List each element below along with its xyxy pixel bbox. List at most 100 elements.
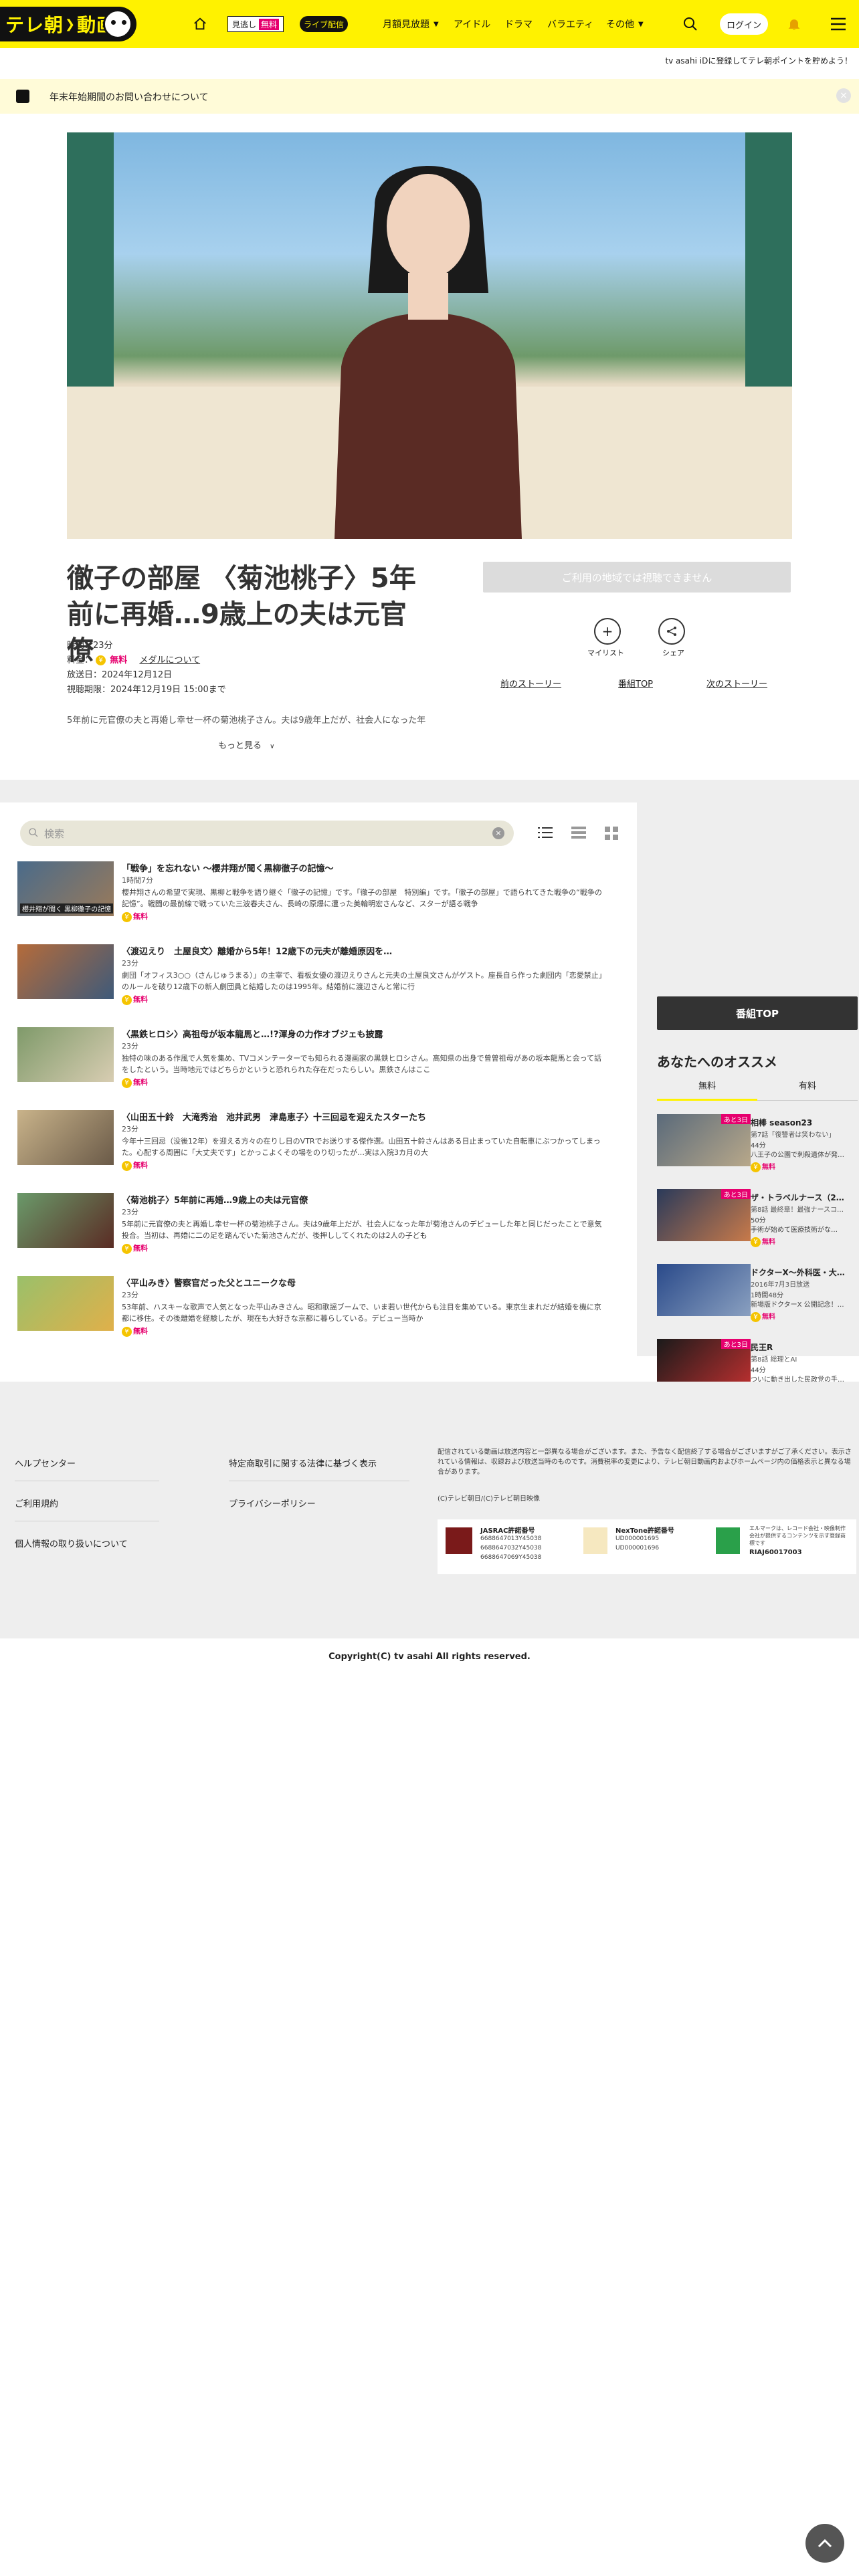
tab-free[interactable]: 無料 [657, 1077, 757, 1101]
notification-button[interactable] [787, 0, 801, 48]
recommend-episode: 第7話「復讐者は笑わない」 [751, 1132, 836, 1139]
nextone-logo-icon [583, 1527, 607, 1554]
list-item-title: 〈黒鉄ヒロシ〉高祖母が坂本龍馬と…!?渾身の力作オブジェも披露 [122, 1030, 383, 1040]
back-to-top-button[interactable] [805, 2524, 844, 2563]
free-label: 無料 [762, 1239, 775, 1246]
tab-paid[interactable]: 有料 [757, 1077, 858, 1101]
chevron-down-icon: ▼ [434, 20, 439, 28]
program-top-link[interactable]: 番組TOP [618, 677, 653, 689]
prev-story-link[interactable]: 前のストーリー [500, 677, 561, 689]
login-button[interactable]: ログイン [720, 13, 768, 35]
free-label: 無料 [762, 1313, 775, 1321]
footer-link-privacy-policy[interactable]: プライバシーポリシー [229, 1497, 316, 1509]
coin-icon: ¥ [751, 1311, 761, 1322]
nav-other[interactable]: その他 ▼ [606, 0, 644, 48]
nav-drama[interactable]: ドラマ [504, 0, 533, 48]
recommend-item[interactable]: ドクターX～外科医・大… 2016年7月3日放送 1時間48分 新場版ドクターX… [657, 1264, 858, 1324]
recommend-item[interactable]: あと3日 ザ・トラベルナース（2… 第8話 最終章！最強ナースコ… 50分 手術… [657, 1189, 858, 1249]
recommend-episode: 第8話 総理とAI [751, 1356, 797, 1364]
detail-view-icon[interactable] [571, 827, 586, 839]
list-item-price: ¥ 無料 [122, 1077, 148, 1088]
nextone-num: UD000001695 [615, 1535, 660, 1542]
list-item[interactable]: 〈黒鉄ヒロシ〉高祖母が坂本龍馬と…!?渾身の力作オブジェも披露 23分 独特の味… [17, 1027, 619, 1094]
nav-live[interactable]: ライブ配信 [300, 16, 349, 32]
clear-icon[interactable]: × [492, 827, 504, 839]
episode-thumbnail [17, 1110, 114, 1165]
more-label: もっと見る [218, 741, 262, 751]
list-item[interactable]: 櫻井翔が聞く 黒柳徹子の記憶 「戦争」を忘れない ～櫻井翔が聞く黒柳徹子の記憶～… [17, 861, 619, 928]
nav-monthly-label: 月額見放題 [383, 19, 430, 30]
nav-mikakanou[interactable]: 見逃し 無料 [227, 16, 284, 32]
list-item-price: ¥ 無料 [122, 1160, 148, 1171]
list-item[interactable]: 〈菊池桃子〉5年前に再婚…9歳上の夫は元官僚 23分 5年前に元官僚の夫と再婚し… [17, 1193, 619, 1260]
list-item[interactable]: 〈平山みき〉警察官だった父とユニークな母 23分 53年前、ハスキーな歌声で人気… [17, 1276, 619, 1343]
play-button-disabled: ご利用の地域では視聴できません [483, 562, 791, 593]
next-story-link[interactable]: 次のストーリー [706, 677, 767, 689]
nav-drama-label: ドラマ [504, 19, 533, 30]
nav-variety[interactable]: バラエティ [547, 0, 593, 48]
mylist-label: マイリスト [587, 649, 624, 657]
list-item[interactable]: 〈山田五十鈴 大滝秀治 池井武男 津島恵子〉十三回忌を迎えたスターたち 23分 … [17, 1110, 619, 1177]
more-button[interactable]: もっと見る ∨ [218, 738, 274, 751]
medal-link[interactable]: メダルについて [139, 655, 200, 665]
footer-link-terms[interactable]: ご利用規約 [15, 1497, 58, 1509]
price-label: 料金： [67, 655, 94, 665]
coin-icon: ¥ [751, 1162, 761, 1172]
chevron-down-icon: ▼ [638, 20, 644, 28]
episode-aired: 放送日：2024年12月12日 [67, 670, 173, 680]
recommend-title: あなたへのオススメ [657, 1054, 777, 1070]
list-item-title: 〈平山みき〉警察官だった父とユニークな母 [122, 1279, 296, 1289]
free-label: 無料 [133, 1161, 148, 1170]
coin-icon: ¥ [122, 911, 132, 922]
play-disabled-label: ご利用の地域では視聴できません [561, 571, 712, 584]
copyright: Copyright(C) tv asahi All rights reserve… [328, 1652, 531, 1662]
footer-link-tokusho[interactable]: 特定商取引に関する法律に基づく表示 [229, 1457, 377, 1469]
home-button[interactable] [193, 0, 207, 48]
jasrac-num: 6688647069Y45038 [480, 1554, 542, 1561]
jasrac-title: JASRAC許諾番号 [480, 1527, 535, 1535]
list-item[interactable]: 〈渡辺えり 土屋良文〉離婚から5年！12歳下の元夫が離婚原因を… 23分 劇団「… [17, 944, 619, 1011]
coin-icon: ¥ [122, 994, 132, 1005]
footer-notice: 配信されている動画は放送内容と一部異なる場合がございます。また、予告なく配信終了… [438, 1448, 852, 1476]
search-button[interactable] [682, 0, 698, 48]
free-label: 無料 [762, 1164, 775, 1171]
free-label: 無料 [133, 1327, 148, 1335]
episode-thumbnail: 櫻井翔が聞く 黒柳徹子の記憶 [17, 861, 114, 916]
grid-view-icon[interactable] [605, 827, 618, 840]
footer-link-help[interactable]: ヘルプセンター [15, 1457, 76, 1469]
footer-link-privacy-handling[interactable]: 個人情報の取り扱いについて [15, 1537, 128, 1549]
coin-icon: ¥ [122, 1160, 132, 1171]
notice-bar[interactable]: 年末年始期間のお問い合わせについて × [0, 79, 859, 114]
free-label: 無料 [133, 1078, 148, 1087]
days-left-badge: あと3日 [721, 1339, 751, 1349]
list-item-duration: 23分 [122, 1291, 138, 1299]
recommend-item[interactable]: あと3日 相棒 season23 第7話「復讐者は笑わない」 44分 八王子の公… [657, 1114, 858, 1174]
close-icon[interactable]: × [836, 88, 851, 103]
list-item-duration: 23分 [122, 1125, 138, 1134]
coin-icon: ¥ [122, 1326, 132, 1337]
nav-monthly[interactable]: 月額見放題 ▼ [383, 0, 439, 48]
tvasahi-id-bar[interactable]: tv asahi iDに登録してテレ朝ポイントを貯めよう！ [0, 48, 859, 72]
menu-button[interactable] [830, 0, 847, 48]
list-item-price: ¥ 無料 [122, 994, 148, 1005]
plus-icon: + [601, 623, 613, 639]
list-item-desc: 櫻井翔さんの希望で実現、黒柳と戦争を語り継ぐ「徹子の記憶」です。「徹子の部屋 特… [122, 888, 602, 908]
jasrac-num: 6688647032Y45038 [480, 1545, 542, 1551]
nav-live-label: ライブ配信 [304, 19, 345, 29]
recommend-duration: 1時間48分 [751, 1292, 784, 1299]
recommend-duration: 50分 [751, 1217, 766, 1224]
sidebar-program-top-button[interactable]: 番組TOP [657, 996, 858, 1030]
mylist-button[interactable]: + [594, 618, 621, 645]
list-item-price: ¥ 無料 [122, 911, 148, 922]
episode-thumbnail [17, 1193, 114, 1248]
share-button[interactable] [658, 618, 685, 645]
recommend-duration: 44分 [751, 1142, 766, 1150]
sidebar-top-label: 番組TOP [736, 1007, 779, 1020]
nav-other-label: その他 [606, 19, 634, 30]
site-logo[interactable]: テレ朝 ❯ 動画 [0, 7, 136, 41]
logo-chevron: ❯ [65, 17, 76, 31]
list-view-icon[interactable] [538, 827, 553, 839]
nav-idol[interactable]: アイドル [454, 0, 490, 48]
site-header: テレ朝 ❯ 動画 見逃し 無料 ライブ配信 月額見放題 ▼ アイドル ドラマ バ… [0, 0, 859, 48]
episode-search-input[interactable]: 検索 × [20, 821, 514, 846]
